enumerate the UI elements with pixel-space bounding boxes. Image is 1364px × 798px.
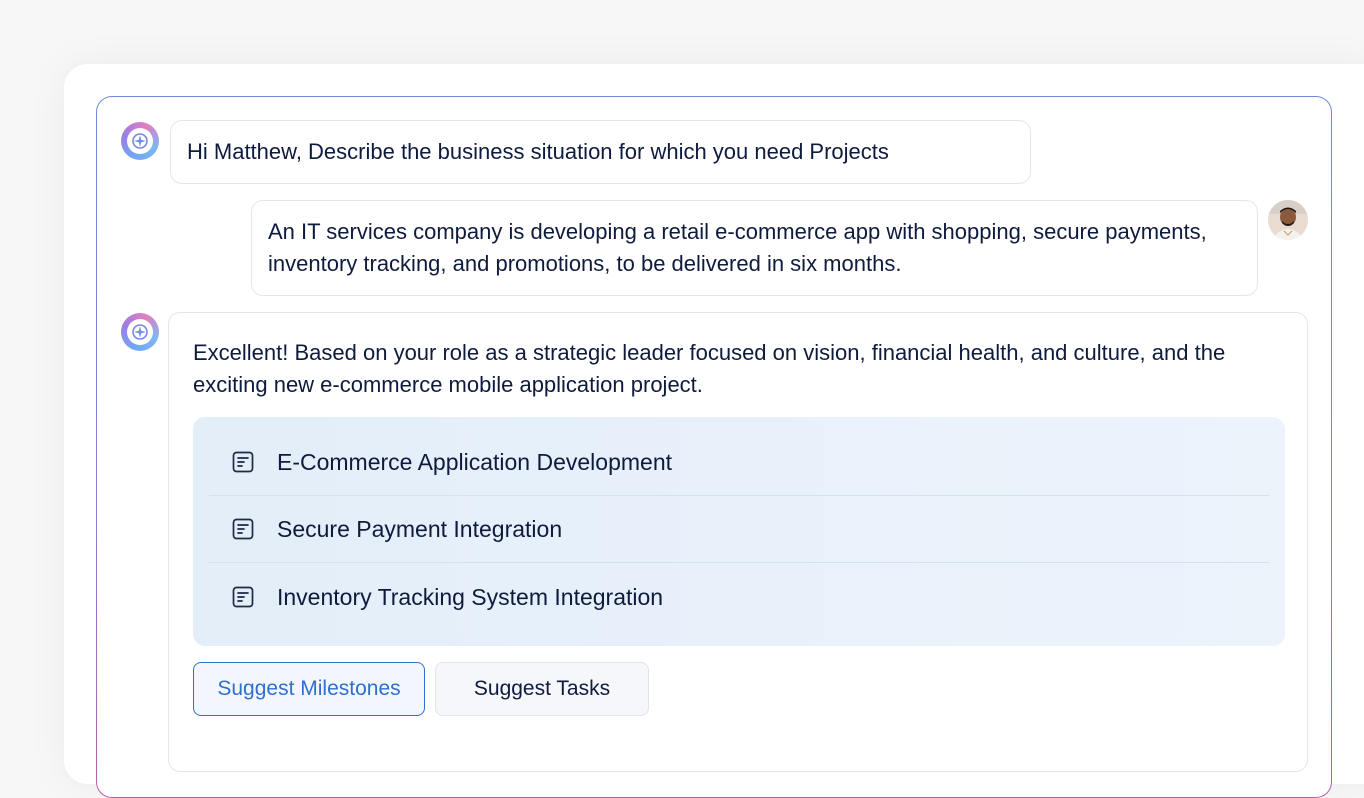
project-label: Secure Payment Integration bbox=[277, 516, 563, 542]
assistant-avatar bbox=[121, 313, 159, 351]
suggested-projects-list: E-Commerce Application Development Secur… bbox=[193, 417, 1285, 646]
suggestion-actions: Suggest Milestones Suggest Tasks bbox=[193, 662, 649, 716]
compass-icon bbox=[132, 133, 148, 149]
document-list-icon bbox=[231, 450, 255, 474]
project-label: E-Commerce Application Development bbox=[277, 449, 673, 475]
user-message: An IT services company is developing a r… bbox=[251, 200, 1258, 296]
assistant-message: Hi Matthew, Describe the business situat… bbox=[170, 120, 1031, 184]
user-message-text: An IT services company is developing a r… bbox=[268, 219, 1207, 276]
suggest-milestones-button[interactable]: Suggest Milestones bbox=[193, 662, 425, 716]
assistant-avatar bbox=[121, 122, 159, 160]
assistant-response: Excellent! Based on your role as a strat… bbox=[168, 312, 1308, 772]
suggest-tasks-button[interactable]: Suggest Tasks bbox=[435, 662, 649, 716]
project-label: Inventory Tracking System Integration bbox=[277, 583, 664, 610]
user-avatar bbox=[1268, 200, 1308, 240]
document-list-icon bbox=[231, 517, 255, 541]
assistant-greeting-text: Hi Matthew, Describe the business situat… bbox=[187, 139, 889, 164]
project-item[interactable]: E-Commerce Application Development bbox=[209, 429, 1269, 496]
compass-icon bbox=[132, 324, 148, 340]
document-list-icon bbox=[231, 585, 255, 609]
project-item[interactable]: Secure Payment Integration bbox=[209, 496, 1269, 563]
response-intro-text: Excellent! Based on your role as a strat… bbox=[193, 340, 1226, 397]
project-item[interactable]: Inventory Tracking System Integration bbox=[209, 563, 1269, 630]
